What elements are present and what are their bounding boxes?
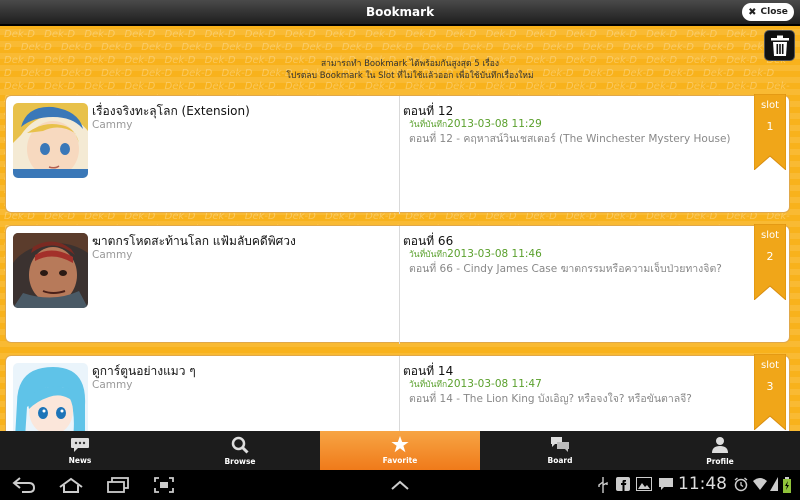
saved-date: วันที่บันทึก2013-03-08 11:29 [409, 117, 542, 131]
slot-ribbon: slot 2 [754, 224, 786, 300]
story-author: Cammy [92, 379, 133, 391]
blue-hair-anime-girl-avatar-icon [13, 363, 88, 431]
episode-description: ตอนที่ 14 - The Lion King บังเอิญ? หรือจ… [409, 393, 692, 405]
saved-date-label: วันที่บันทึก [409, 250, 448, 260]
story-thumbnail[interactable] [13, 233, 88, 308]
facebook-icon [616, 477, 630, 491]
nav-board[interactable]: Board [480, 431, 640, 470]
usb-icon [598, 477, 608, 493]
saved-date: วันที่บันทึก2013-03-08 11:47 [409, 377, 542, 391]
slot-number: 2 [766, 250, 774, 263]
slot-label: slot [760, 100, 780, 111]
painted-man-portrait-icon [13, 233, 88, 308]
nav-favorite-label: Favorite [382, 456, 418, 465]
nav-browse-label: Browse [224, 456, 256, 466]
slot-number: 3 [766, 380, 774, 393]
person-icon [712, 436, 728, 453]
story-thumbnail[interactable] [13, 363, 88, 431]
story-author: Cammy [92, 249, 133, 261]
saved-date-label: วันที่บันทึก [409, 120, 448, 130]
slot-ribbon: slot 1 [754, 94, 786, 170]
search-icon [231, 436, 249, 454]
saved-date-value: 2013-03-08 11:46 [447, 248, 542, 260]
bookmark-card[interactable]: ดูการ์ตูนอย่างแมว ๆ Cammy ตอนที่ 14 วันท… [5, 354, 790, 431]
recent-apps-icon[interactable] [106, 477, 130, 493]
screenshot-icon[interactable] [154, 477, 174, 493]
alarm-icon [734, 477, 748, 492]
window-title: Bookmark [365, 5, 435, 19]
bottom-navigation: News Browse Favorite Board Profile [0, 431, 800, 470]
bookmark-limit-notice: สามารถทำ Bookmark ได้พร้อมกันสูงสุด 5 เร… [240, 58, 580, 82]
home-icon[interactable] [58, 477, 84, 493]
saved-date: วันที่บันทึก2013-03-08 11:46 [409, 247, 542, 261]
close-label: Close [760, 7, 788, 17]
back-icon[interactable] [12, 477, 36, 493]
episode-description: ตอนที่ 12 - คฤหาสน์วินเชสเตอร์ (The Winc… [409, 133, 731, 145]
gallery-icon [636, 477, 652, 491]
bookmark-card[interactable]: ฆาตกรโหดสะท้านโลก แฟ้มลับคดีพิศวง Cammy … [5, 224, 790, 344]
chevron-up-icon[interactable] [390, 480, 410, 490]
close-button[interactable]: ✖ Close [742, 3, 794, 21]
nav-favorite[interactable]: Favorite [320, 431, 480, 470]
trash-icon [770, 35, 789, 56]
close-icon: ✖ [748, 6, 757, 18]
system-bar: 11:48 [0, 470, 800, 500]
story-thumbnail[interactable] [13, 103, 88, 178]
system-clock: 11:48 [678, 474, 727, 494]
nav-profile[interactable]: Profile [640, 431, 800, 470]
bookmark-content-area[interactable]: Dek-D Dek-D Dek-D Dek-D Dek-D Dek-D Dek-… [0, 26, 800, 431]
board-bubbles-icon [551, 437, 569, 452]
notice-line-1: สามารถทำ Bookmark ได้พร้อมกันสูงสุด 5 เร… [320, 59, 500, 69]
chat-notification-icon [659, 478, 673, 490]
signal-icon [770, 477, 778, 491]
star-icon [391, 436, 409, 453]
wifi-icon [753, 478, 767, 490]
title-bar: Bookmark ✖ Close [0, 0, 800, 25]
chat-bubble-icon [71, 437, 89, 452]
story-author: Cammy [92, 119, 133, 131]
slot-label: slot [760, 230, 780, 241]
saved-date-value: 2013-03-08 11:47 [447, 378, 542, 390]
nav-board-label: Board [547, 456, 573, 465]
slot-ribbon: slot 3 [754, 354, 786, 430]
saved-date-label: วันที่บันทึก [409, 380, 448, 390]
nav-profile-label: Profile [706, 456, 734, 466]
card-divider [399, 356, 400, 431]
card-divider [399, 96, 400, 214]
notice-line-2: โปรดลบ Bookmark ใน Slot ที่ไม่ใช้แล้วออก… [286, 71, 534, 81]
slot-label: slot [760, 360, 780, 371]
delete-bookmark-button[interactable] [764, 30, 795, 61]
card-divider [399, 226, 400, 344]
nav-news[interactable]: News [0, 431, 160, 470]
nav-browse[interactable]: Browse [160, 431, 320, 470]
episode-description: ตอนที่ 66 - Cindy James Case ฆาตกรรมหรือ… [409, 263, 722, 275]
blonde-anime-girl-avatar-icon [13, 103, 88, 178]
bookmark-card[interactable]: เรื่องจริงทะลุโลก (Extension) Cammy ตอนท… [5, 94, 790, 214]
battery-icon [783, 477, 791, 493]
nav-news-label: News [68, 455, 92, 465]
slot-number: 1 [766, 120, 774, 133]
saved-date-value: 2013-03-08 11:29 [447, 118, 542, 130]
